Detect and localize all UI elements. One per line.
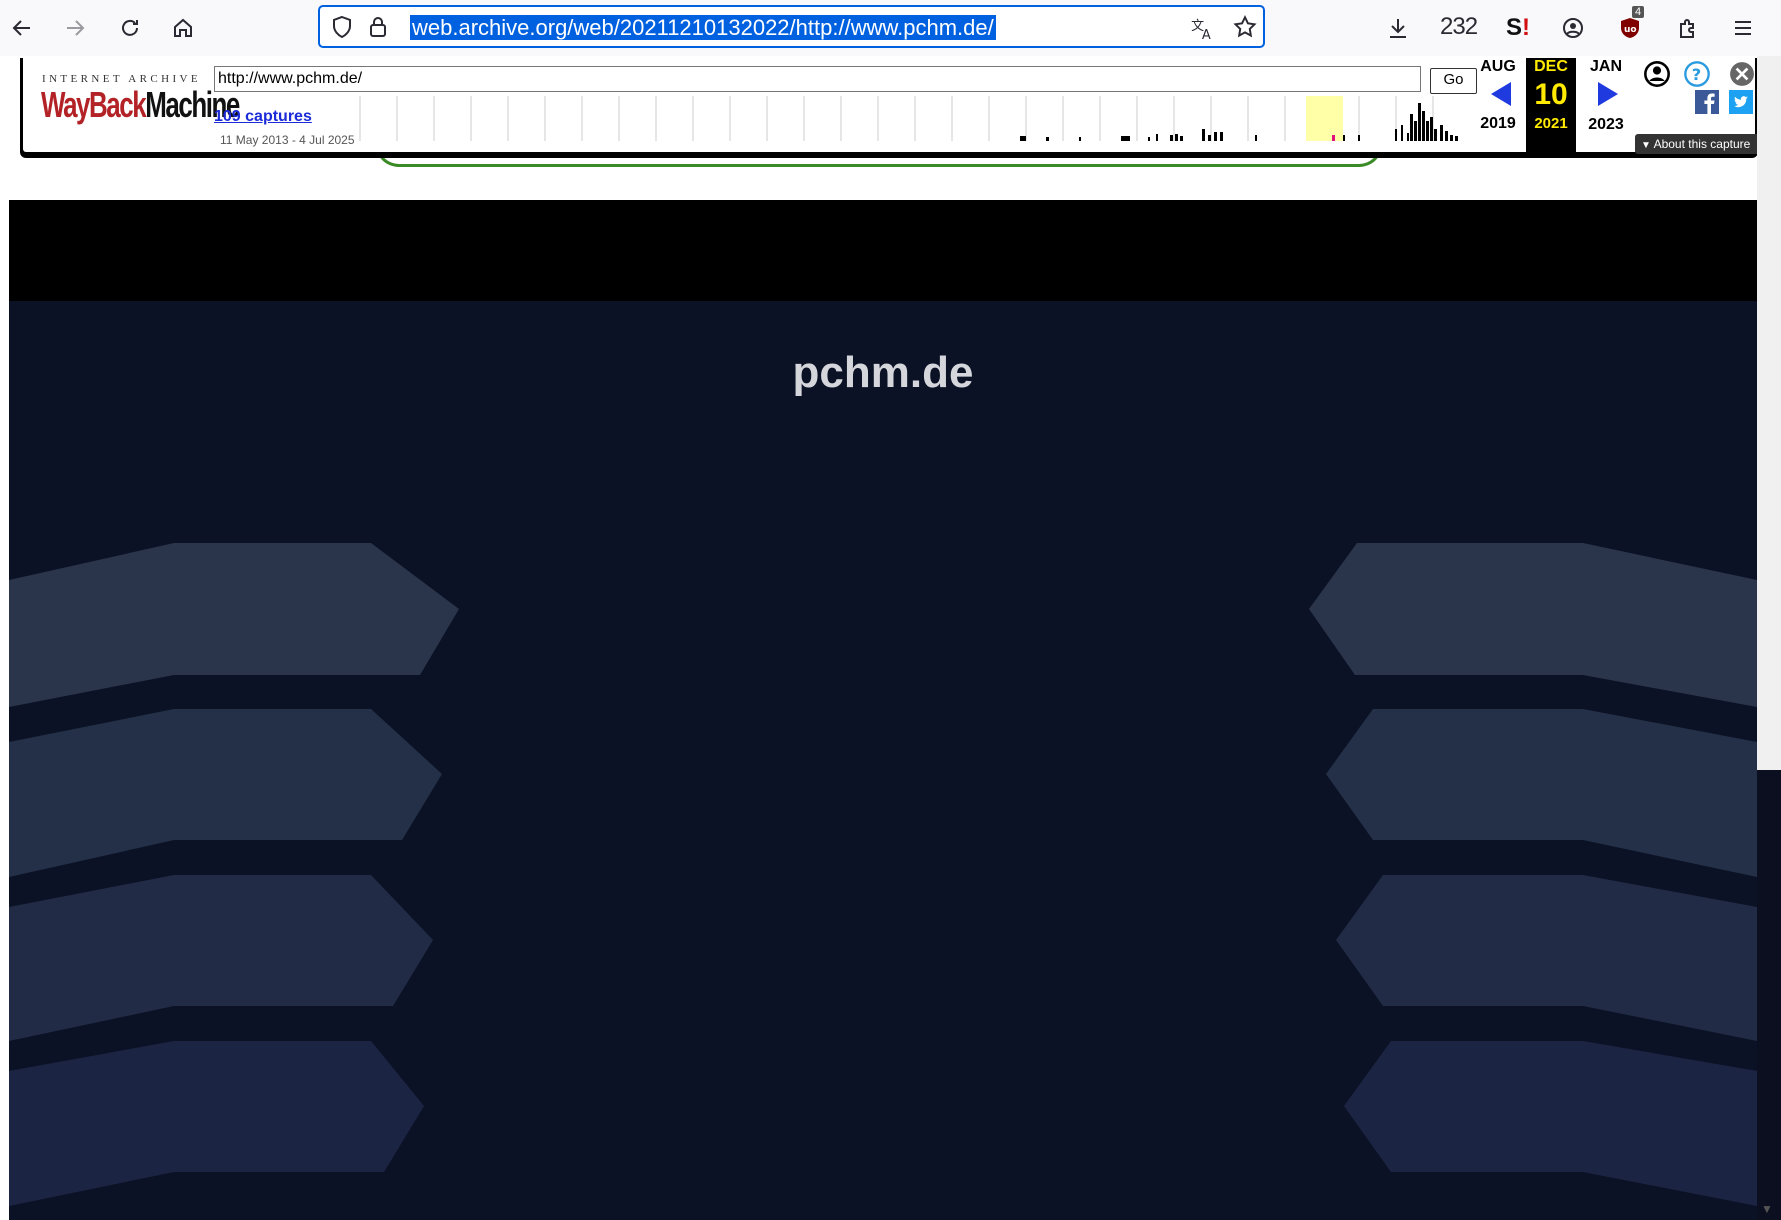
address-bar[interactable]: web.archive.org/web/20211210132022/http:… bbox=[318, 5, 1265, 48]
capture-sparkline[interactable] bbox=[348, 91, 1475, 141]
scrollbar-lower-area bbox=[1757, 770, 1781, 1220]
deco-shape bbox=[9, 709, 442, 877]
prev-capture-year[interactable]: 2019 bbox=[1473, 115, 1523, 133]
account-icon[interactable] bbox=[1555, 10, 1591, 46]
wayback-url-input[interactable]: http://www.pchm.de/ bbox=[214, 66, 1421, 92]
menu-icon[interactable] bbox=[1725, 10, 1761, 46]
help-icon[interactable]: ? bbox=[1683, 60, 1711, 93]
ublock-icon[interactable]: uo 4 bbox=[1612, 6, 1648, 46]
shield-icon[interactable] bbox=[330, 15, 354, 44]
captures-link[interactable]: 109 captures bbox=[214, 108, 312, 126]
twitter-icon[interactable] bbox=[1729, 90, 1753, 119]
url-text[interactable]: web.archive.org/web/20211210132022/http:… bbox=[410, 15, 996, 40]
prev-capture-month[interactable]: AUG bbox=[1473, 58, 1523, 76]
deco-shape bbox=[1326, 709, 1757, 877]
facebook-icon[interactable] bbox=[1695, 90, 1719, 119]
next-capture-arrow-icon[interactable] bbox=[1596, 82, 1618, 111]
current-month: DEC bbox=[1534, 58, 1568, 75]
forward-icon[interactable] bbox=[57, 10, 93, 46]
next-capture-month[interactable]: JAN bbox=[1581, 58, 1631, 76]
svg-text:?: ? bbox=[1692, 65, 1701, 84]
current-year: 2021 bbox=[1534, 115, 1568, 132]
back-icon[interactable] bbox=[4, 10, 40, 46]
about-capture-button[interactable]: ▼ About this capture bbox=[1635, 134, 1763, 154]
ublock-badge: 4 bbox=[1632, 6, 1645, 18]
sumo-icon[interactable]: S! bbox=[1500, 10, 1536, 46]
prev-capture-arrow-icon[interactable] bbox=[1491, 82, 1513, 111]
download-icon[interactable] bbox=[1380, 10, 1416, 46]
capture-date-range: 11 May 2013 - 4 Jul 2025 bbox=[220, 133, 355, 147]
current-capture-date: DEC 10 2021 bbox=[1526, 58, 1576, 152]
reload-icon[interactable] bbox=[112, 10, 148, 46]
deco-shape bbox=[1336, 875, 1757, 1041]
svg-text:A: A bbox=[1202, 28, 1211, 41]
scroll-down-icon[interactable]: ▼ bbox=[1761, 1202, 1773, 1216]
extensions-icon[interactable] bbox=[1670, 10, 1706, 46]
user-icon[interactable] bbox=[1643, 60, 1671, 93]
deco-shape bbox=[9, 875, 433, 1041]
home-icon[interactable] bbox=[165, 10, 201, 46]
chevron-down-icon: ▼ bbox=[1641, 140, 1651, 151]
toolbar-counter[interactable]: 232 bbox=[1440, 13, 1478, 41]
bookmark-star-icon[interactable] bbox=[1232, 14, 1258, 45]
wayback-toolbar: INTERNET ARCHIVE WayBackMachine http://w… bbox=[20, 58, 1763, 155]
browser-toolbar: web.archive.org/web/20211210132022/http:… bbox=[0, 0, 1781, 56]
deco-shape bbox=[1309, 543, 1757, 707]
next-capture-year[interactable]: 2023 bbox=[1581, 116, 1631, 134]
current-day: 10 bbox=[1534, 78, 1568, 111]
deco-shape bbox=[9, 1041, 424, 1206]
parked-page: pchm.de bbox=[9, 301, 1757, 1220]
page-header-bar bbox=[9, 200, 1757, 301]
wayback-logo[interactable]: WayBackMachine bbox=[41, 84, 240, 126]
deco-shape bbox=[1344, 1041, 1757, 1206]
lock-icon[interactable] bbox=[366, 15, 390, 44]
deco-shape bbox=[9, 543, 459, 707]
close-icon[interactable] bbox=[1729, 61, 1755, 92]
svg-text:uo: uo bbox=[1624, 25, 1637, 35]
translate-icon[interactable]: 文A bbox=[1190, 15, 1216, 46]
decorative-shapes bbox=[9, 543, 1757, 1206]
